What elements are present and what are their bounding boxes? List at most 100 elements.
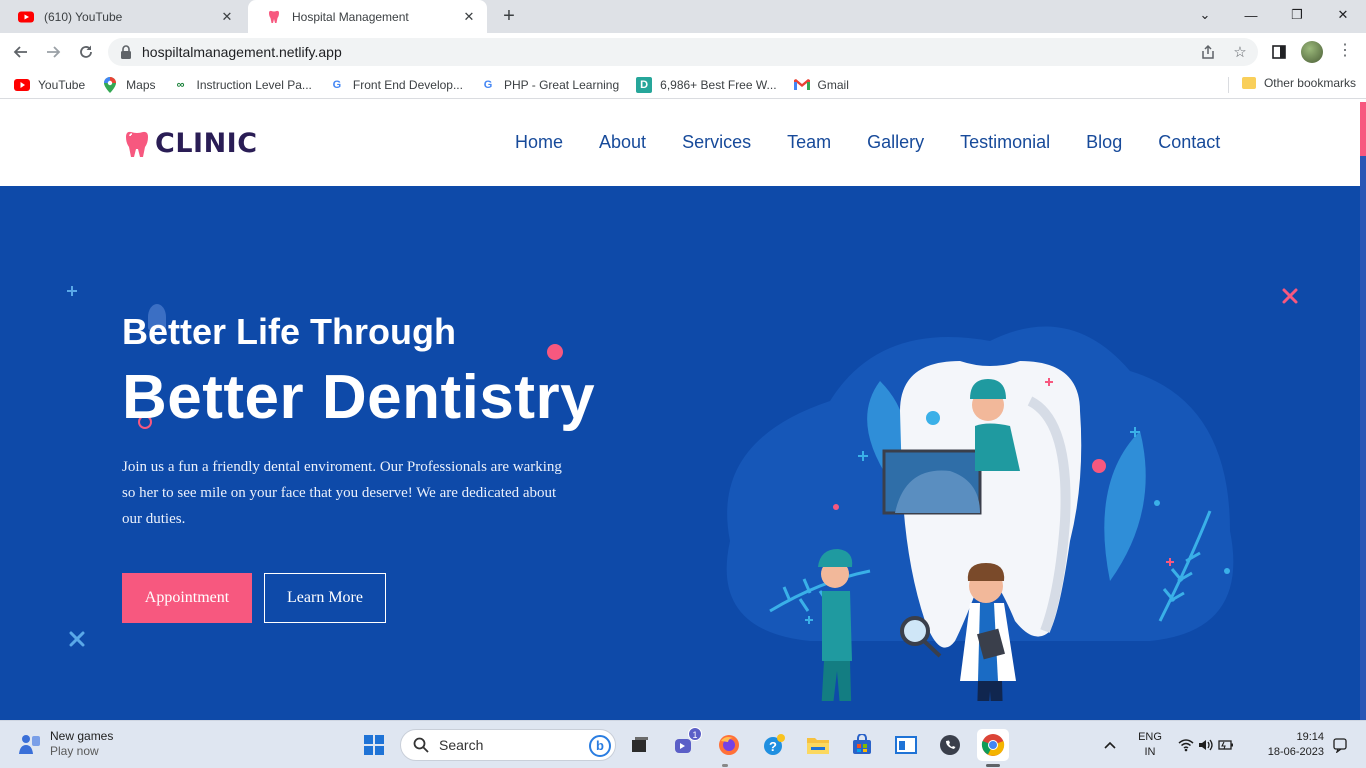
- web-page: CLINIC Home About Services Team Gallery …: [0, 102, 1366, 720]
- bookmarks-bar: YouTube Maps ∞ Instruction Level Pa... G…: [0, 71, 1366, 99]
- nav-blog[interactable]: Blog: [1086, 132, 1122, 153]
- nav-contact[interactable]: Contact: [1158, 132, 1220, 153]
- site-logo[interactable]: CLINIC: [122, 128, 258, 159]
- firefox-icon[interactable]: [713, 729, 745, 761]
- help-icon[interactable]: ?: [758, 729, 790, 761]
- scrollbar-thumb[interactable]: [1360, 102, 1366, 156]
- whatsapp-icon[interactable]: [934, 729, 966, 761]
- appointment-button[interactable]: Appointment: [122, 573, 252, 623]
- minimize-button[interactable]: —: [1228, 0, 1274, 30]
- windows-taskbar: New games Play now Search b 1 ? ENG IN 1…: [0, 720, 1366, 768]
- nav-testimonial[interactable]: Testimonial: [960, 132, 1050, 153]
- hero-title: Better Dentistry: [122, 363, 596, 432]
- new-tab-button[interactable]: +: [497, 5, 521, 29]
- folder-icon: [1241, 77, 1256, 89]
- search-icon: [413, 737, 429, 753]
- learn-more-button[interactable]: Learn More: [264, 573, 386, 623]
- hero-section: Better Life Through Better Dentistry Joi…: [0, 186, 1360, 720]
- share-icon[interactable]: [1197, 41, 1219, 63]
- g-icon: G: [483, 78, 493, 91]
- tooth-icon: [266, 9, 282, 25]
- tab-strip: (610) YouTube ✕ Hospital Management ✕ + …: [0, 0, 1366, 33]
- bookmark-label: Gmail: [817, 77, 849, 92]
- bookmark-separator: [1228, 77, 1229, 93]
- bookmark-free-w[interactable]: D 6,986+ Best Free W...: [636, 76, 777, 93]
- bookmark-maps[interactable]: Maps: [102, 76, 156, 93]
- hero-subtitle: Better Life Through: [122, 311, 456, 352]
- tab-youtube[interactable]: (610) YouTube ✕: [0, 0, 245, 33]
- battery-icon: [1218, 740, 1233, 750]
- date-text: 18-06-2023: [1267, 746, 1324, 758]
- start-icon[interactable]: [358, 729, 390, 761]
- cross-icon: [69, 631, 85, 647]
- notification-badge: 1: [688, 727, 702, 741]
- youtube-icon: [18, 9, 34, 25]
- notification-icon[interactable]: [1328, 729, 1352, 761]
- page-scrollbar[interactable]: [1360, 102, 1366, 720]
- back-button[interactable]: [8, 39, 34, 65]
- taskbar-search[interactable]: Search b: [400, 729, 616, 761]
- dentist-illustration: [726, 326, 1234, 701]
- bookmark-front-end[interactable]: G Front End Develop...: [329, 77, 463, 93]
- svg-text:?: ?: [769, 739, 777, 754]
- bookmark-instruction-level[interactable]: ∞ Instruction Level Pa...: [173, 77, 312, 93]
- link-icon: ∞: [176, 78, 185, 91]
- widget-subtitle: Play now: [50, 744, 99, 758]
- bookmark-label: YouTube: [38, 77, 86, 92]
- other-bookmarks[interactable]: Other bookmarks: [1241, 76, 1356, 90]
- close-window-button[interactable]: ✕: [1320, 0, 1366, 30]
- clock[interactable]: 19:14 18-06-2023: [1258, 730, 1324, 760]
- sparkle-icon: [67, 286, 77, 296]
- bookmark-php[interactable]: G PHP - Great Learning: [480, 77, 619, 93]
- address-bar[interactable]: hospiltalmanagement.netlify.app: [108, 38, 1258, 66]
- bookmark-label: Maps: [126, 77, 156, 92]
- youtube-icon: [14, 77, 30, 93]
- restore-button[interactable]: ❐: [1274, 0, 1320, 30]
- nav-home[interactable]: Home: [515, 132, 563, 153]
- tab-search-chevron-icon[interactable]: ⌄: [1182, 0, 1228, 30]
- cross-icon: [1282, 288, 1298, 304]
- tab-hospital-management[interactable]: Hospital Management ✕: [248, 0, 487, 33]
- bookmark-youtube[interactable]: YouTube: [14, 77, 85, 93]
- task-view-icon[interactable]: [624, 729, 656, 761]
- chrome-icon[interactable]: [977, 729, 1009, 761]
- bookmark-gmail[interactable]: Gmail: [793, 77, 849, 93]
- nav-services[interactable]: Services: [682, 132, 751, 153]
- nav-about[interactable]: About: [599, 132, 646, 153]
- bookmark-label: Instruction Level Pa...: [196, 77, 312, 92]
- close-tab-icon[interactable]: ✕: [461, 9, 477, 25]
- time-text: 19:14: [1296, 731, 1324, 743]
- nav-team[interactable]: Team: [787, 132, 831, 153]
- file-explorer-icon[interactable]: [802, 729, 834, 761]
- site-header: CLINIC Home About Services Team Gallery …: [0, 102, 1360, 186]
- nav-gallery[interactable]: Gallery: [867, 132, 924, 153]
- store-icon[interactable]: [846, 729, 878, 761]
- chevron-up-icon[interactable]: [1096, 729, 1124, 761]
- language-indicator[interactable]: ENG IN: [1136, 730, 1164, 760]
- side-panel-icon[interactable]: [1268, 41, 1290, 63]
- language-code: ENG: [1138, 731, 1162, 743]
- forward-button[interactable]: [40, 39, 66, 65]
- tooth-logo-icon: [126, 131, 148, 157]
- lock-icon: [121, 45, 131, 59]
- system-tray[interactable]: [1176, 729, 1236, 761]
- menu-icon[interactable]: ⋮: [1335, 41, 1355, 63]
- other-bookmarks-label: Other bookmarks: [1263, 76, 1356, 90]
- gmail-icon: [793, 77, 810, 93]
- profile-avatar[interactable]: [1301, 41, 1323, 63]
- games-widget[interactable]: New games Play now: [18, 729, 113, 759]
- wifi-icon: [1178, 739, 1194, 752]
- close-tab-icon[interactable]: ✕: [219, 9, 235, 25]
- maps-icon: [102, 76, 118, 93]
- search-placeholder: Search: [439, 737, 484, 753]
- region-code: IN: [1144, 746, 1156, 758]
- url-text: hospiltalmanagement.netlify.app: [142, 44, 342, 60]
- reload-button[interactable]: [73, 39, 99, 65]
- teams-icon[interactable]: 1: [668, 727, 702, 761]
- game-icon: [19, 735, 40, 754]
- bookmark-star-icon[interactable]: ☆: [1229, 41, 1251, 63]
- g-icon: G: [332, 78, 342, 91]
- bookmark-label: 6,986+ Best Free W...: [660, 77, 777, 92]
- d-icon: D: [636, 76, 653, 93]
- app-window-icon[interactable]: [890, 729, 922, 761]
